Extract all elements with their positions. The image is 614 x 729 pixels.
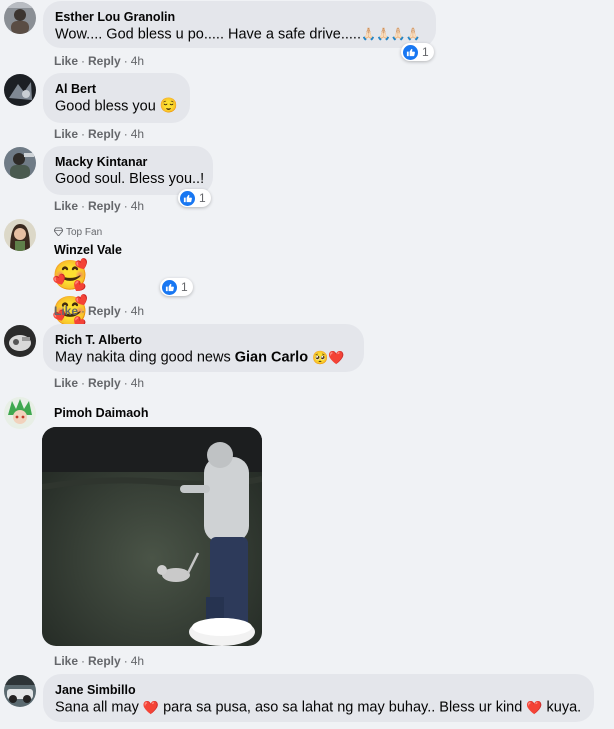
avatar[interactable] [4, 675, 36, 707]
avatar[interactable] [4, 397, 36, 429]
comment-actions: Like · Reply · 4h [54, 654, 145, 668]
thumbs-up-icon [403, 44, 418, 60]
avatar[interactable] [4, 219, 36, 251]
comment-actions: Like · Reply · 4h [54, 54, 145, 68]
comment-bubble: Jane Simbillo Sana all may ❤️ para sa pu… [43, 674, 594, 722]
comment-author[interactable]: Esther Lou Granolin [55, 9, 424, 25]
emoji: 😌 [159, 98, 178, 114]
reply-link[interactable]: Reply [88, 654, 121, 668]
comment-actions: Like · Reply · 4h [54, 304, 145, 318]
comment-actions: Like · Reply · 4h [54, 376, 145, 390]
diamond-icon [54, 227, 63, 236]
timestamp[interactable]: 4h [131, 654, 144, 668]
comment-author[interactable]: Pimoh Daimaoh [54, 405, 148, 421]
like-link[interactable]: Like [54, 304, 78, 318]
comment-author[interactable]: Jane Simbillo [55, 682, 582, 698]
reaction-count[interactable]: 1 [401, 43, 434, 61]
comment-text: Good bless you 😌 [55, 98, 178, 115]
heart-emoji: ❤️ [526, 700, 543, 715]
comment-author[interactable]: Rich T. Alberto [55, 332, 352, 348]
avatar[interactable] [4, 2, 36, 34]
reply-link[interactable]: Reply [88, 54, 121, 68]
comment-text: Sana all may ❤️ para sa pusa, aso sa lah… [55, 699, 582, 716]
reply-link[interactable]: Reply [88, 304, 121, 318]
emoji: 🙏🏻🙏🏻🙏🏻🙏🏻 [361, 27, 421, 41]
comment-bubble: Macky Kintanar Good soul. Bless you..! [43, 146, 213, 195]
gif-attachment[interactable] [42, 427, 262, 646]
avatar[interactable] [4, 74, 36, 106]
thumbs-up-icon [162, 279, 177, 295]
comment-bubble: Al Bert Good bless you 😌 [43, 73, 190, 123]
comment-text: Good soul. Bless you..! [55, 171, 205, 187]
comment-author[interactable]: Al Bert [55, 81, 178, 97]
like-link[interactable]: Like [54, 199, 78, 213]
timestamp[interactable]: 4h [131, 199, 144, 213]
like-link[interactable]: Like [54, 54, 78, 68]
reply-link[interactable]: Reply [88, 127, 121, 141]
comment-author[interactable]: Winzel Vale [54, 242, 122, 258]
timestamp[interactable]: 4h [131, 304, 144, 318]
avatar[interactable] [4, 147, 36, 179]
reply-link[interactable]: Reply [88, 376, 121, 390]
timestamp[interactable]: 4h [131, 376, 144, 390]
top-fan-badge: Top Fan [54, 227, 102, 238]
comment-bubble: Esther Lou Granolin Wow.... God bless u … [43, 1, 436, 48]
comment-author[interactable]: Macky Kintanar [55, 154, 201, 170]
timestamp[interactable]: 4h [131, 127, 144, 141]
mention-link[interactable]: Gian Carlo [235, 349, 308, 365]
timestamp[interactable]: 4h [131, 54, 144, 68]
like-link[interactable]: Like [54, 654, 78, 668]
comment-bubble: Rich T. Alberto May nakita ding good new… [43, 324, 364, 372]
comment-actions: Like · Reply · 4h [54, 199, 145, 213]
reaction-count[interactable]: 1 [178, 189, 211, 207]
comment-text: Wow.... God bless u po..... Have a safe … [55, 26, 421, 43]
avatar[interactable] [4, 325, 36, 357]
heart-emoji: ❤️ [142, 700, 160, 715]
comment-text: May nakita ding good news Gian Carlo 🥺❤️ [55, 349, 345, 366]
emoji: 🥺❤️ [312, 350, 345, 365]
like-link[interactable]: Like [54, 127, 78, 141]
reply-link[interactable]: Reply [88, 199, 121, 213]
thumbs-up-icon [180, 190, 195, 206]
like-link[interactable]: Like [54, 376, 78, 390]
reaction-count[interactable]: 1 [160, 278, 193, 296]
comment-actions: Like · Reply · 4h [54, 127, 145, 141]
